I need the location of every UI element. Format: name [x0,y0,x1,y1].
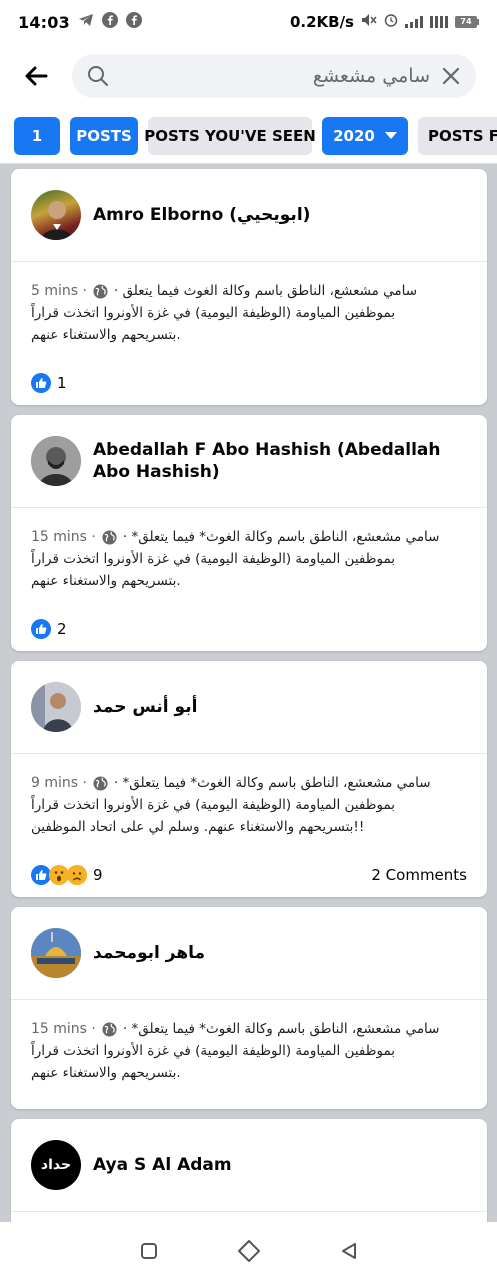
post-text-line: !!بتسريحهم والاستغناء عنهم. وسلم لي على … [31,819,365,835]
divider [11,1211,487,1212]
post-text-line: بموظفين المياومة (الوظيفة اليومية) في غز… [31,551,396,567]
post-card: حداد Aya S Al Adam [11,1119,487,1222]
avatar-logo-text: حداد [40,1157,72,1173]
back-arrow-icon [25,66,48,86]
post-author[interactable]: Aya S Al Adam [93,1154,232,1176]
filter-year-label: 2020 [333,126,375,145]
reaction-count: 1 [57,374,67,392]
post-body: 9 mins · سامي مشعشع، الناطق باسم وكالة ا… [11,754,487,856]
post-time: 15 mins · [31,1021,96,1037]
like-icon [31,865,51,885]
chevron-down-icon [384,132,397,139]
filter-posts-seen-chip[interactable]: POSTS YOU'VE SEEN [144,116,316,155]
post-text-line: سامي مشعشع، الناطق باسم وكالة الغوث* فيم… [122,1021,440,1037]
reaction-row[interactable]: 2 [11,610,487,648]
filter-posts-from-chip[interactable]: POSTS FR [418,116,497,155]
search-results-feed[interactable]: Amro Elborno (ابويحيي) 5 mins · سامي مشع… [0,164,497,1222]
post-meta: 15 mins · سامي مشعشع، الناطق باسم وكالة … [31,1018,467,1040]
post-time: 15 mins · [31,529,96,545]
net-speed: 0.2KB/s [289,13,354,31]
post-body: 15 mins · سامي مشعشع، الناطق باسم وكالة … [11,508,487,610]
post-body: 5 mins · سامي مشعشع، الناطق باسم وكالة ا… [11,262,487,364]
post-card: Amro Elborno (ابويحيي) 5 mins · سامي مشع… [11,169,487,405]
post-header: ماهر ابومحمد [11,907,487,999]
system-nav-bar [0,1222,497,1280]
filter-posts-chip[interactable]: POSTS [70,116,138,155]
reaction-count: 2 [57,620,67,638]
back-nav-button[interactable] [338,1240,360,1262]
post-text-line: سامي مشعشع، الناطق باسم وكالة الغوث* فيم… [122,529,440,545]
reaction-row[interactable]: 1 [11,364,487,402]
post-header: حداد Aya S Al Adam [11,1119,487,1211]
avatar[interactable] [31,928,81,978]
facebook-icon-2 [125,12,142,32]
triangle-back-icon [341,1243,356,1259]
avatar[interactable] [31,682,81,732]
battery-level: 74 [455,16,477,28]
post-text-line: سامي مشعشع، الناطق باسم وكالة الغوث فيما… [113,283,418,299]
status-bar: 14:03 0.2KB/s 74 [0,0,497,44]
signal-icon-2 [430,16,448,28]
filter-year-chip[interactable]: 2020 [322,116,408,155]
post-card: أبو أنس حمد 9 mins · سامي مشعشع، الناطق … [11,661,487,897]
avatar[interactable] [31,190,81,240]
post-header: أبو أنس حمد [11,661,487,753]
square-icon [140,1243,157,1259]
filter-count-chip[interactable]: 1 [14,116,60,155]
post-author[interactable]: Abedallah F Abo Hashish (Abedallah Abo H… [93,439,473,483]
post-body: 15 mins · سامي مشعشع، الناطق باسم وكالة … [11,1000,487,1102]
telegram-icon [78,13,94,31]
avatar[interactable]: حداد [31,1140,81,1190]
recents-button[interactable] [138,1240,160,1262]
post-time: 5 mins · [31,283,87,299]
like-icon [31,619,51,639]
post-meta: 9 mins · سامي مشعشع، الناطق باسم وكالة ا… [31,772,467,794]
post-meta: 15 mins · سامي مشعشع، الناطق باسم وكالة … [31,526,467,548]
mute-icon [361,13,377,31]
search-icon [88,66,108,86]
post-header: Abedallah F Abo Hashish (Abedallah Abo H… [11,415,487,507]
wow-emoji-icon [49,865,69,885]
post-meta: 5 mins · سامي مشعشع، الناطق باسم وكالة ا… [31,280,467,302]
diamond-icon [237,1240,260,1262]
status-left: 14:03 [18,12,142,32]
post-text-line: .بتسريحهم والاستغناء عنهم [31,1065,181,1081]
reaction-count: 9 [93,866,103,884]
globe-icon [102,529,117,545]
status-time: 14:03 [18,12,70,32]
post-time: 9 mins · [31,775,87,791]
home-button[interactable] [237,1240,260,1262]
post-author[interactable]: Amro Elborno (ابويحيي) [93,204,310,226]
reaction-row[interactable]: 9 2 Comments [11,856,487,894]
post-text-line: بموظفين المياومة (الوظيفة اليومية) في غز… [31,797,396,813]
post-text-line: بموظفين المياومة (الوظيفة اليومية) في غز… [31,305,396,321]
back-button[interactable] [12,52,60,100]
post-card: ماهر ابومحمد 15 mins · سامي مشعشع، الناط… [11,907,487,1109]
globe-icon [93,283,108,299]
post-text-line: سامي مشعشع، الناطق باسم وكالة الغوث* فيم… [113,775,431,791]
signal-icon-1 [405,16,423,28]
search-box[interactable]: سامي مشعشع [72,54,476,98]
facebook-icon [101,12,118,32]
post-text-line: .بتسريحهم والاستغناء عنهم [31,327,181,343]
status-right: 0.2KB/s 74 [290,13,479,31]
search-header: سامي مشعشع [0,44,497,108]
like-icon [31,373,51,393]
battery-icon: 74 [455,16,479,28]
post-header: Amro Elborno (ابويحيي) [11,169,487,261]
post-card: Abedallah F Abo Hashish (Abedallah Abo H… [11,415,487,651]
avatar[interactable] [31,436,81,486]
search-input[interactable]: سامي مشعشع [110,65,440,87]
sad-emoji-icon [67,865,87,885]
comments-link[interactable]: 2 Comments [371,866,467,884]
post-author[interactable]: ماهر ابومحمد [93,942,205,964]
post-text-line: بموظفين المياومة (الوظيفة اليومية) في غز… [31,1043,396,1059]
alarm-icon [384,13,398,31]
filter-bar: 1 POSTS POSTS YOU'VE SEEN 2020 POSTS FR [0,108,497,164]
clear-search-icon[interactable] [440,65,462,87]
post-text-line: .بتسريحهم والاستغناء عنهم [31,573,181,589]
post-author[interactable]: أبو أنس حمد [93,696,197,718]
globe-icon [102,1021,117,1037]
globe-icon [93,775,108,791]
